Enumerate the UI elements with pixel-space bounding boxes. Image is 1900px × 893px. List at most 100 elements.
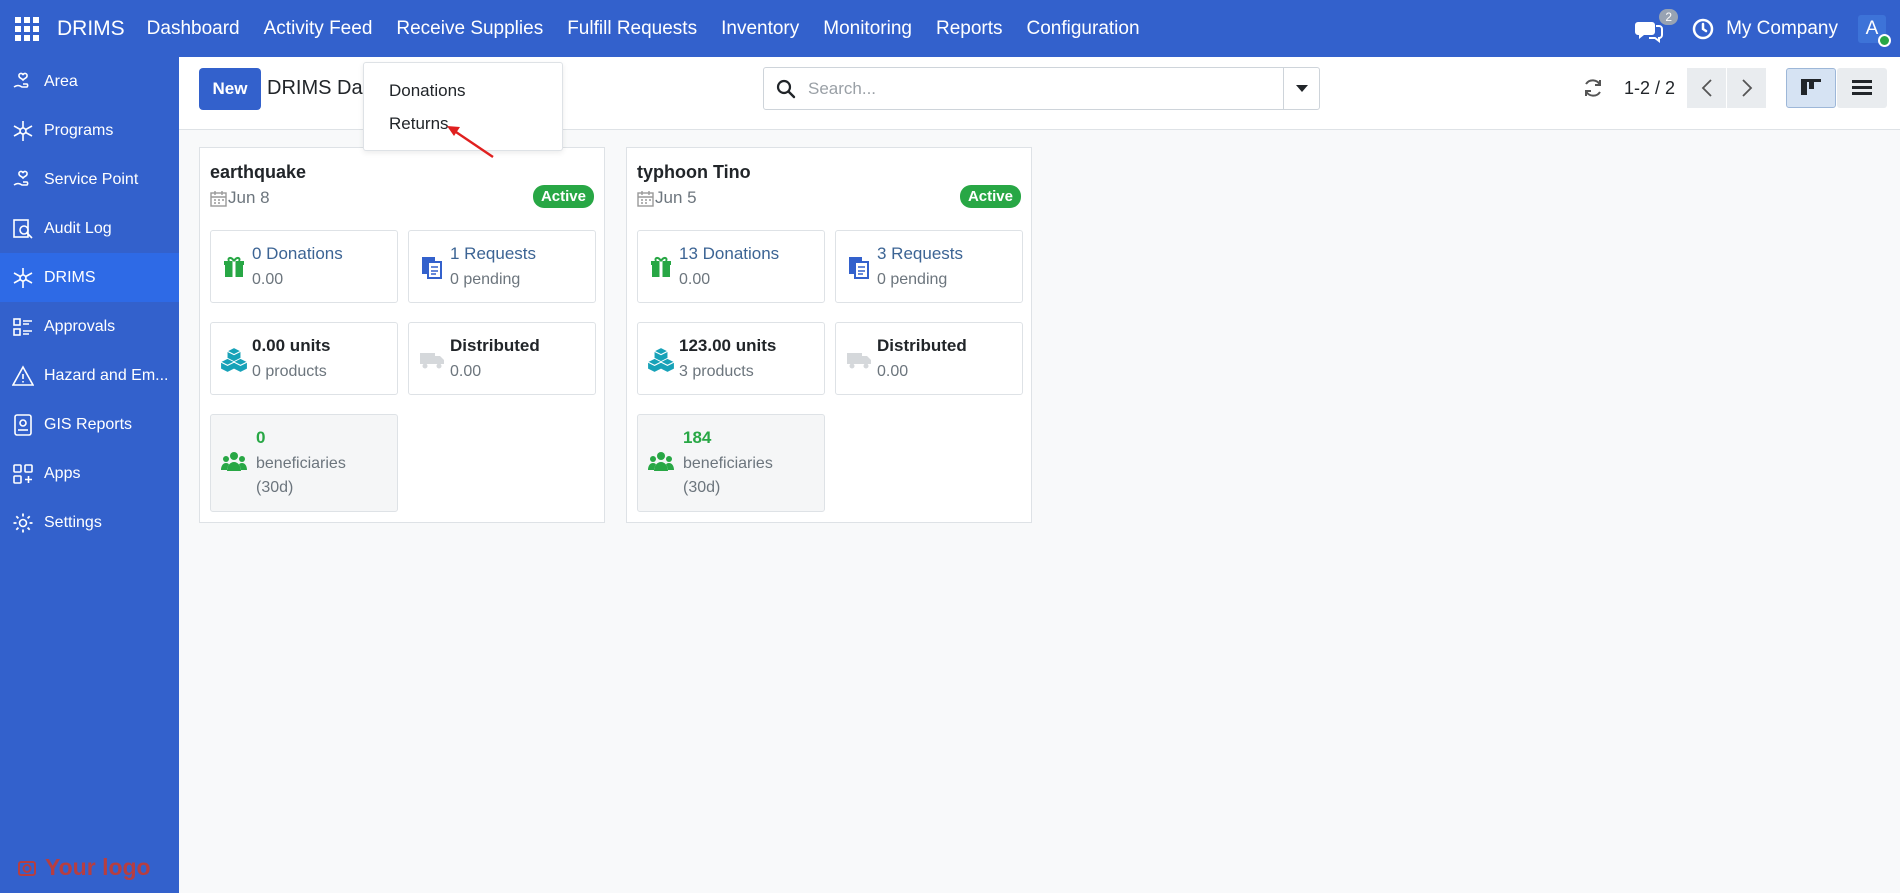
beneficiaries-tile[interactable]: 184 beneficiaries (30d) [637,414,825,512]
brand-name[interactable]: DRIMS [57,17,125,41]
nav-inventory[interactable]: Inventory [709,0,811,57]
card-date: Jun 8 [210,188,270,208]
map-report-icon [14,413,32,436]
breadcrumb: DRIMS Das [267,77,373,99]
nav-configuration[interactable]: Configuration [1015,0,1152,57]
sidebar-item-area[interactable]: Area [0,57,179,106]
chat-count-badge: 2 [1659,8,1679,25]
chat-icon[interactable]: 2 [1634,8,1679,44]
pager-value[interactable]: 1-2 / 2 [1624,78,1675,99]
sidebar-item-label: GIS Reports [44,415,133,433]
search-input[interactable] [808,78,1268,99]
beneficiaries-count: 0 [256,428,266,447]
distributed-tile[interactable]: Distributed 0.00 [408,322,596,395]
search-document-icon [13,218,33,239]
sidebar-item-apps[interactable]: Apps [0,449,179,498]
donations-count: 13 Donations [679,244,780,263]
kanban-card[interactable]: typhoon Tino Jun 5 Active 13 Donations 0… [626,147,1032,523]
beneficiaries-period: (30d) [256,479,294,496]
products-count: 3 products [679,363,754,380]
sidebar-item-approvals[interactable]: Approvals [0,302,179,351]
nav-monitoring[interactable]: Monitoring [811,0,924,57]
top-navbar: DRIMS Dashboard Activity Feed Receive Su… [0,0,1900,57]
menu-item-donations[interactable]: Donations [389,81,466,101]
donations-count: 0 Donations [252,244,343,263]
pager-previous-button[interactable] [1687,68,1726,108]
donations-tile[interactable]: 13 Donations 0.00 [637,230,825,303]
sidebar-item-label: Service Point [44,170,139,188]
beneficiaries-tile[interactable]: 0 beneficiaries (30d) [210,414,398,512]
distributed-amount: 0.00 [450,363,482,380]
nav-dashboard[interactable]: Dashboard [135,0,252,57]
clock-icon[interactable] [1692,18,1714,40]
requests-tile[interactable]: 1 Requests 0 pending [408,230,596,303]
requests-count: 1 Requests [450,244,536,263]
refresh-icon[interactable] [1582,77,1604,99]
search-bar [763,67,1320,110]
boxes-icon [220,348,248,372]
logo-text: Your logo [45,854,151,880]
card-title: earthquake [210,162,307,182]
list-view-button[interactable] [1837,68,1887,108]
status-badge: Active [532,185,594,208]
sidebar-item-settings[interactable]: Settings [0,498,179,547]
sidebar-item-service-point[interactable]: Service Point [0,155,179,204]
boxes-icon [647,348,675,372]
search-icon [776,79,796,98]
date-text: Jun 8 [228,188,270,207]
sidebar-item-drims[interactable]: DRIMS [0,253,179,302]
nav-fulfill-requests[interactable]: Fulfill Requests [555,0,709,57]
inventory-tile[interactable]: 123.00 units 3 products [637,322,825,395]
search-options-toggle[interactable] [1283,68,1319,109]
requests-pending: 0 pending [877,271,948,288]
card-date: Jun 5 [637,188,697,208]
sidebar-item-label: Apps [44,464,81,482]
hand-heart-icon [13,170,29,186]
distributed-tile[interactable]: Distributed 0.00 [835,322,1023,395]
documents-icon [849,257,869,279]
distributed-label: Distributed [450,336,540,355]
menu-item-returns[interactable]: Returns [389,114,449,134]
nav-receive-supplies[interactable]: Receive Supplies [384,0,555,57]
sidebar-item-label: Settings [44,513,102,531]
company-switcher[interactable]: My Company [1726,18,1838,40]
beneficiaries-count: 184 [683,428,712,447]
new-button[interactable]: New [199,68,261,110]
users-icon [221,452,247,471]
kanban-card[interactable]: earthquake Jun 8 Active 0 Donations 0.00… [199,147,605,523]
card-title: typhoon Tino [637,162,751,182]
donations-tile[interactable]: 0 Donations 0.00 [210,230,398,303]
hand-heart-icon [13,72,29,88]
list-check-icon [13,317,32,336]
sidebar-item-label: Hazard and Em... [44,366,169,384]
sidebar-item-label: Audit Log [44,219,112,237]
list-icon [1852,80,1872,95]
sidebar-item-audit-log[interactable]: Audit Log [0,204,179,253]
sidebar-item-label: DRIMS [44,268,96,286]
truck-icon [847,353,871,369]
requests-pending: 0 pending [450,271,521,288]
online-status-dot [1878,33,1891,47]
inventory-tile[interactable]: 0.00 units 0 products [210,322,398,395]
requests-count: 3 Requests [877,244,963,263]
documents-icon [422,257,442,279]
gear-icon [13,513,33,532]
distributed-amount: 0.00 [877,363,909,380]
donations-amount: 0.00 [679,271,711,288]
sidebar-item-programs[interactable]: Programs [0,106,179,155]
pager-next-button[interactable] [1727,68,1766,108]
app-grid-icon[interactable] [15,16,39,41]
sidebar-item-label: Approvals [44,317,116,335]
kanban-view-button[interactable] [1786,68,1836,108]
nav-activity-feed[interactable]: Activity Feed [252,0,385,57]
avatar[interactable]: A [1858,14,1891,47]
donations-amount: 0.00 [252,271,284,288]
date-text: Jun 5 [655,188,697,207]
requests-tile[interactable]: 3 Requests 0 pending [835,230,1023,303]
sidebar-item-gis-reports[interactable]: GIS Reports [0,400,179,449]
kanban-icon [1801,79,1821,95]
nav-reports[interactable]: Reports [924,0,1015,57]
beneficiaries-label: beneficiaries [683,455,773,472]
users-icon [648,452,674,471]
sidebar-item-hazard[interactable]: Hazard and Em... [0,351,179,400]
